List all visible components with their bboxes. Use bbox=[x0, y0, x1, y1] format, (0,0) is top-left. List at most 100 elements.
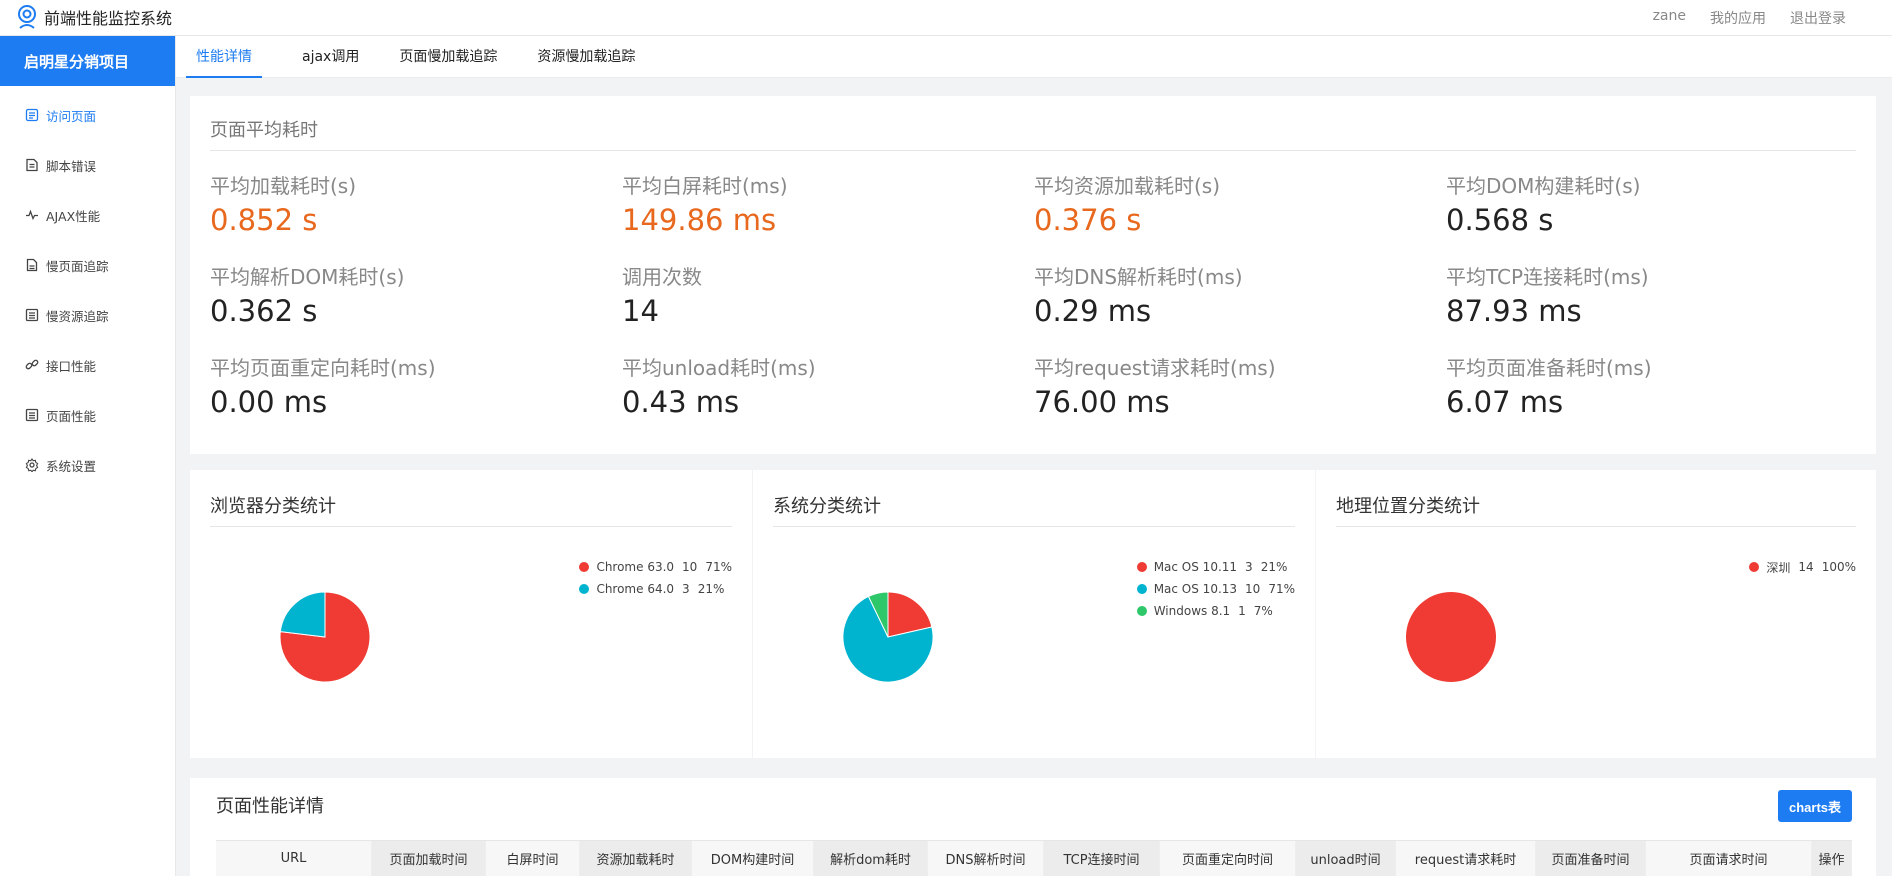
column-header-dom-build[interactable]: DOM构建时间 bbox=[692, 841, 814, 876]
stat-value: 149.86 ms bbox=[622, 203, 777, 237]
app-logo[interactable]: 前端性能监控系统 bbox=[16, 5, 172, 29]
column-header-request[interactable]: request请求耗时 bbox=[1396, 841, 1536, 876]
stat-value: 0.29 ms bbox=[1034, 294, 1152, 328]
legend-count: 3 bbox=[682, 582, 690, 596]
sidebar-item-label: 系统设置 bbox=[46, 458, 97, 474]
legend-percent: 100% bbox=[1821, 560, 1856, 574]
legend-item[interactable]: Mac OS 10.13 10 71% bbox=[1136, 578, 1295, 600]
column-header-white-screen[interactable]: 白屏时间 bbox=[486, 841, 580, 876]
location-stats-panel: 地理位置分类统计 深圳 14 100% bbox=[1316, 470, 1876, 758]
stat-call-count: 调用次数 14 bbox=[622, 261, 1022, 328]
stat-label: 平均解析DOM耗时(s) bbox=[210, 265, 405, 289]
user-link[interactable]: zane bbox=[1653, 8, 1686, 28]
location-legend: 深圳 14 100% bbox=[1749, 556, 1856, 578]
legend-name: Windows 8.1 bbox=[1153, 604, 1231, 618]
stat-value: 87.93 ms bbox=[1446, 294, 1582, 328]
legend-name: Chrome 63.0 bbox=[596, 560, 675, 574]
column-header-actions[interactable]: 操作 bbox=[1812, 841, 1852, 876]
column-header-url[interactable]: URL bbox=[216, 841, 372, 876]
sidebar-item-label: 访问页面 bbox=[46, 108, 97, 124]
stat-avg-redirect: 平均页面重定向耗时(ms) 0.00 ms bbox=[210, 352, 610, 419]
column-header-resource-load[interactable]: 资源加载耗时 bbox=[580, 841, 692, 876]
legend-percent: 21% bbox=[1260, 560, 1288, 574]
stat-label: 平均资源加载耗时(s) bbox=[1034, 174, 1221, 198]
charts-button[interactable]: charts表 bbox=[1778, 790, 1852, 822]
column-header-dns[interactable]: DNS解析时间 bbox=[928, 841, 1044, 876]
stat-avg-resource-load: 平均资源加载耗时(s) 0.376 s bbox=[1034, 170, 1434, 237]
legend-percent: 71% bbox=[705, 560, 732, 574]
legend-item[interactable]: Mac OS 10.11 3 21% bbox=[1136, 556, 1295, 578]
sidebar-item-visits[interactable]: 访问页面 bbox=[0, 90, 175, 140]
column-header-page-ready[interactable]: 页面准备时间 bbox=[1536, 841, 1646, 876]
legend-item[interactable]: Windows 8.1 1 7% bbox=[1136, 600, 1295, 622]
gear-icon bbox=[25, 458, 39, 472]
tab-slow-page-tracking[interactable]: 页面慢加载追踪 bbox=[399, 36, 497, 78]
legend-name: Chrome 64.0 bbox=[596, 582, 675, 596]
project-name[interactable]: 启明星分销项目 bbox=[0, 36, 175, 86]
tab-performance-detail[interactable]: 性能详情 bbox=[186, 36, 262, 78]
stat-value: 6.07 ms bbox=[1446, 385, 1564, 419]
legend-item[interactable]: Chrome 64.0 3 21% bbox=[579, 578, 732, 600]
stat-avg-request: 平均request请求耗时(ms) 76.00 ms bbox=[1034, 352, 1434, 419]
stat-avg-dom-build: 平均DOM构建耗时(s) 0.568 s bbox=[1446, 170, 1846, 237]
sidebar-item-ajax[interactable]: AJAX性能 bbox=[0, 190, 175, 240]
document-icon bbox=[25, 108, 39, 122]
browser-stats-panel: 浏览器分类统计 Chrome 63.0 10 71% Chrome 64.0 3 21% bbox=[190, 470, 752, 758]
stat-avg-load: 平均加载耗时(s) 0.852 s bbox=[210, 170, 610, 237]
sidebar-item-settings[interactable]: 系统设置 bbox=[0, 440, 175, 490]
script-error-icon bbox=[26, 158, 38, 172]
sidebar-item-slow-resources[interactable]: 慢资源追踪 bbox=[0, 290, 175, 340]
logout-link[interactable]: 退出登录 bbox=[1790, 8, 1846, 28]
sidebar-item-api[interactable]: 接口性能 bbox=[0, 340, 175, 390]
stat-avg-page-ready: 平均页面准备耗时(ms) 6.07 ms bbox=[1446, 352, 1846, 419]
legend-item[interactable]: Chrome 63.0 10 71% bbox=[579, 556, 732, 578]
stat-value: 0.43 ms bbox=[622, 385, 740, 419]
divider bbox=[210, 526, 732, 527]
top-bar: 前端性能监控系统 zane 我的应用 退出登录 bbox=[0, 0, 1892, 36]
stat-value: 0.568 s bbox=[1446, 203, 1554, 237]
legend-dot-icon bbox=[1136, 562, 1147, 572]
stat-label: 平均页面准备耗时(ms) bbox=[1446, 356, 1652, 380]
legend-name: Mac OS 10.11 bbox=[1153, 560, 1238, 574]
legend-name: Mac OS 10.13 bbox=[1153, 582, 1238, 596]
stat-avg-dom-parse: 平均解析DOM耗时(s) 0.362 s bbox=[210, 261, 610, 328]
sidebar-item-script-errors[interactable]: 脚本错误 bbox=[0, 140, 175, 190]
column-header-page-request[interactable]: 页面请求时间 bbox=[1646, 841, 1812, 876]
sidebar-item-slow-pages[interactable]: 慢页面追踪 bbox=[0, 240, 175, 290]
pie-slice[interactable] bbox=[1406, 592, 1496, 682]
stat-label: 平均白屏耗时(ms) bbox=[622, 174, 788, 198]
column-header-load-time[interactable]: 页面加载时间 bbox=[372, 841, 486, 876]
column-header-dom-parse[interactable]: 解析dom耗时 bbox=[814, 841, 928, 876]
legend-percent: 21% bbox=[697, 582, 725, 596]
legend-dot-icon bbox=[1136, 606, 1147, 616]
column-header-tcp[interactable]: TCP连接时间 bbox=[1044, 841, 1160, 876]
panel-title: 地理位置分类统计 bbox=[1336, 496, 1480, 517]
stat-avg-tcp: 平均TCP连接耗时(ms) 87.93 ms bbox=[1446, 261, 1846, 328]
column-header-unload[interactable]: unload时间 bbox=[1296, 841, 1396, 876]
divider bbox=[1336, 526, 1856, 527]
legend-item[interactable]: 深圳 14 100% bbox=[1749, 556, 1856, 578]
stat-label: 平均request请求耗时(ms) bbox=[1034, 356, 1276, 380]
pie-slice[interactable] bbox=[279, 591, 326, 638]
panel-title: 浏览器分类统计 bbox=[210, 496, 336, 517]
tab-slow-resource-tracking[interactable]: 资源慢加载追踪 bbox=[537, 36, 635, 78]
sidebar-item-label: 脚本错误 bbox=[46, 158, 97, 174]
stat-avg-dns: 平均DNS解析耗时(ms) 0.29 ms bbox=[1034, 261, 1434, 328]
stat-value: 0.376 s bbox=[1034, 203, 1142, 237]
column-header-redirect[interactable]: 页面重定向时间 bbox=[1160, 841, 1296, 876]
document-icon bbox=[25, 408, 39, 422]
tab-bar: 性能详情 ajax调用 页面慢加载追踪 资源慢加载追踪 bbox=[176, 36, 1892, 78]
panel-title: 页面性能详情 bbox=[216, 796, 324, 817]
stat-label: 平均页面重定向耗时(ms) bbox=[210, 356, 436, 380]
stat-label: 平均加载耗时(s) bbox=[210, 174, 357, 198]
stat-label: 平均DOM构建耗时(s) bbox=[1446, 174, 1641, 198]
panel-title: 页面平均耗时 bbox=[210, 120, 318, 141]
sidebar-item-page-performance[interactable]: 页面性能 bbox=[0, 390, 175, 440]
page-icon bbox=[26, 258, 38, 272]
stat-value: 0.852 s bbox=[210, 203, 318, 237]
stat-value: 76.00 ms bbox=[1034, 385, 1170, 419]
stat-avg-unload: 平均unload耗时(ms) 0.43 ms bbox=[622, 352, 1022, 419]
my-apps-link[interactable]: 我的应用 bbox=[1710, 8, 1766, 28]
tab-ajax-calls[interactable]: ajax调用 bbox=[302, 36, 359, 78]
stat-value: 14 bbox=[622, 294, 659, 328]
